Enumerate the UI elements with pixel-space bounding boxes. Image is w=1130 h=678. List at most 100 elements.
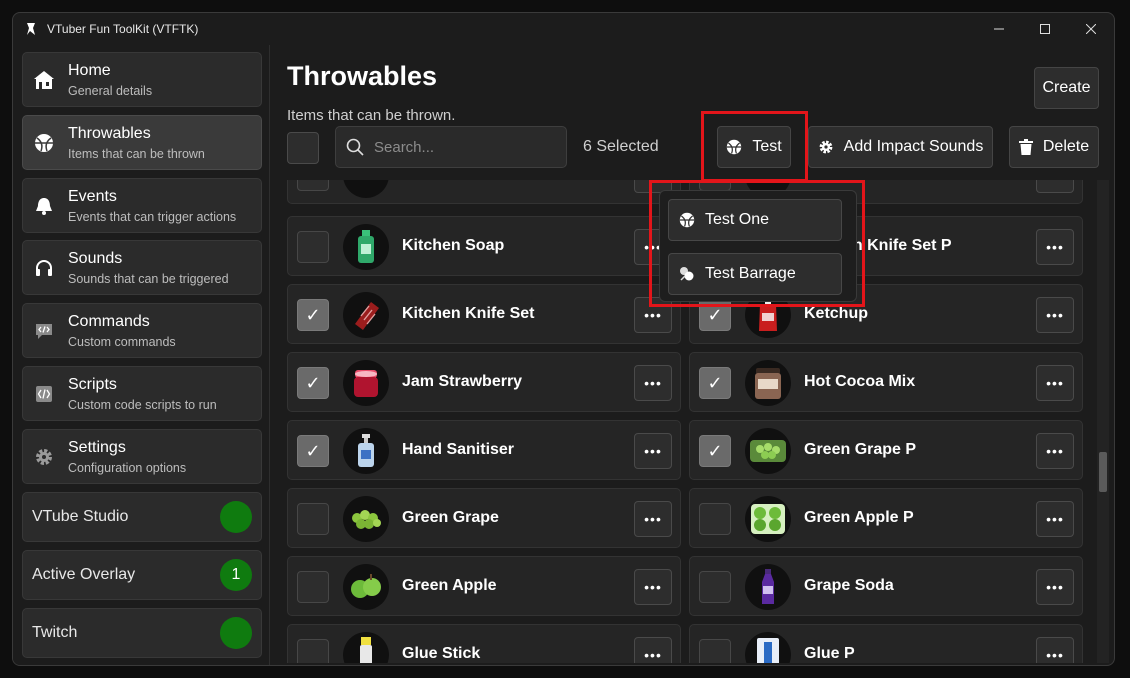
- soda-bottle-icon: [745, 564, 791, 610]
- app-logo-icon: [23, 21, 39, 37]
- more-options-button[interactable]: •••: [1036, 297, 1074, 333]
- item-checkbox[interactable]: [297, 639, 329, 663]
- status-active-overlay[interactable]: Active Overlay 1: [22, 550, 262, 600]
- list-item[interactable]: Green Apple P •••: [689, 488, 1083, 548]
- sidebar-item-subtitle: Custom code scripts to run: [68, 397, 217, 412]
- item-checkbox[interactable]: ✓: [297, 435, 329, 467]
- status-badge: 1: [220, 559, 252, 591]
- list-scrollbar[interactable]: [1097, 180, 1109, 663]
- item-name: Kitchen Knife Set: [402, 305, 535, 322]
- list-item[interactable]: Green Apple •••: [287, 556, 681, 616]
- item-checkbox[interactable]: [297, 231, 329, 263]
- more-options-button[interactable]: •••: [634, 501, 672, 537]
- more-options-button[interactable]: •••: [634, 637, 672, 663]
- green-apple-icon: [343, 564, 389, 610]
- sidebar-item-events[interactable]: Events Events that can trigger actions: [22, 178, 262, 233]
- list-item[interactable]: ✓ Kitchen Knife Set •••: [287, 284, 681, 344]
- search-box[interactable]: [335, 126, 567, 168]
- sidebar-item-title: Scripts: [68, 375, 117, 393]
- scrollbar-thumb[interactable]: [1099, 452, 1107, 492]
- sidebar-item-subtitle: Events that can trigger actions: [68, 209, 237, 224]
- delete-label: Delete: [1042, 138, 1090, 155]
- home-icon: [33, 69, 55, 91]
- minimize-button[interactable]: [976, 13, 1022, 45]
- item-checkbox[interactable]: [699, 571, 731, 603]
- item-thumbnail: [343, 180, 389, 198]
- soap-bottle-icon: [343, 224, 389, 270]
- add-impact-sounds-button[interactable]: Add Impact Sounds: [808, 126, 993, 168]
- status-vtube-studio[interactable]: VTube Studio: [22, 492, 262, 542]
- item-name: Green Apple P: [804, 509, 914, 526]
- item-checkbox[interactable]: [699, 503, 731, 535]
- sidebar-item-commands[interactable]: Commands Custom commands: [22, 303, 262, 358]
- item-name: Glue P: [804, 645, 855, 662]
- headphones-icon: [33, 257, 55, 279]
- list-item[interactable]: Glue P •••: [689, 624, 1083, 663]
- sidebar-item-throwables[interactable]: Throwables Items that can be thrown: [22, 115, 262, 170]
- list-item[interactable]: ✓ Green Grape P •••: [689, 420, 1083, 480]
- list-item[interactable]: ✓ Jam Strawberry •••: [287, 352, 681, 412]
- more-options-button[interactable]: •••: [1036, 229, 1074, 265]
- more-options-button[interactable]: •••: [1036, 637, 1074, 663]
- item-checkbox[interactable]: ✓: [297, 367, 329, 399]
- item-checkbox[interactable]: [297, 180, 329, 191]
- list-item[interactable]: Kitchen Soap •••: [287, 216, 681, 276]
- list-item[interactable]: Green Grape •••: [287, 488, 681, 548]
- list-item[interactable]: Grape Soda •••: [689, 556, 1083, 616]
- sanitiser-bottle-icon: [343, 428, 389, 474]
- add-impact-sounds-label: Add Impact Sounds: [843, 138, 984, 155]
- more-options-button[interactable]: •••: [634, 433, 672, 469]
- close-button[interactable]: [1068, 13, 1114, 45]
- page-title: Throwables: [287, 61, 438, 91]
- list-item[interactable]: ✓ Hot Cocoa Mix •••: [689, 352, 1083, 412]
- jam-jar-icon: [343, 360, 389, 406]
- more-options-button[interactable]: •••: [1036, 433, 1074, 469]
- gear-icon: [818, 139, 834, 155]
- more-options-button[interactable]: •••: [634, 365, 672, 401]
- item-name: Green Grape P: [804, 441, 917, 458]
- sidebar-item-sounds[interactable]: Sounds Sounds that can be triggered: [22, 240, 262, 295]
- list-item[interactable]: ✓ Hand Sanitiser •••: [287, 420, 681, 480]
- item-checkbox[interactable]: ✓: [699, 435, 731, 467]
- item-checkbox[interactable]: ✓: [699, 367, 731, 399]
- list-item[interactable]: •••: [287, 180, 681, 204]
- more-options-button[interactable]: •••: [1036, 501, 1074, 537]
- cocoa-tin-icon: [745, 360, 791, 406]
- item-checkbox[interactable]: [297, 503, 329, 535]
- search-input[interactable]: [374, 138, 554, 156]
- sidebar-item-title: Settings: [68, 438, 126, 456]
- list-item[interactable]: Glue Stick •••: [287, 624, 681, 663]
- delete-button[interactable]: Delete: [1009, 126, 1099, 168]
- more-options-button[interactable]: •••: [1036, 180, 1074, 193]
- highlight-test-dropdown: [649, 180, 865, 307]
- more-options-button[interactable]: •••: [1036, 569, 1074, 605]
- status-label: Twitch: [32, 624, 78, 641]
- item-checkbox[interactable]: [297, 571, 329, 603]
- status-indicator: [220, 617, 252, 649]
- sidebar-item-scripts[interactable]: Scripts Custom code scripts to run: [22, 366, 262, 421]
- glue-stick-icon: [343, 632, 389, 663]
- apple-pack-icon: [745, 496, 791, 542]
- sidebar-item-home[interactable]: Home General details: [22, 52, 262, 107]
- select-all-checkbox[interactable]: [287, 132, 319, 164]
- sidebar-item-title: Home: [68, 61, 111, 79]
- main-content: Throwables Items that can be thrown. Cre…: [271, 45, 1114, 665]
- search-icon: [346, 138, 364, 156]
- item-name: Glue Stick: [402, 645, 481, 662]
- sidebar-item-title: Sounds: [68, 249, 123, 267]
- status-twitch[interactable]: Twitch: [22, 608, 262, 658]
- more-options-button[interactable]: •••: [634, 569, 672, 605]
- create-button[interactable]: Create: [1034, 67, 1099, 109]
- more-options-button[interactable]: •••: [1036, 365, 1074, 401]
- status-indicator: [220, 501, 252, 533]
- item-checkbox[interactable]: [699, 639, 731, 663]
- item-checkbox[interactable]: ✓: [297, 299, 329, 331]
- sidebar-item-subtitle: Items that can be thrown: [68, 146, 205, 161]
- sidebar-item-settings[interactable]: Settings Configuration options: [22, 429, 262, 484]
- knife-set-icon: [343, 292, 389, 338]
- page-subtitle: Items that can be thrown.: [287, 107, 456, 124]
- window-title: VTuber Fun ToolKit (VTFTK): [47, 22, 199, 36]
- bell-icon: [33, 195, 55, 217]
- item-name: Jam Strawberry: [402, 373, 523, 390]
- maximize-button[interactable]: [1022, 13, 1068, 45]
